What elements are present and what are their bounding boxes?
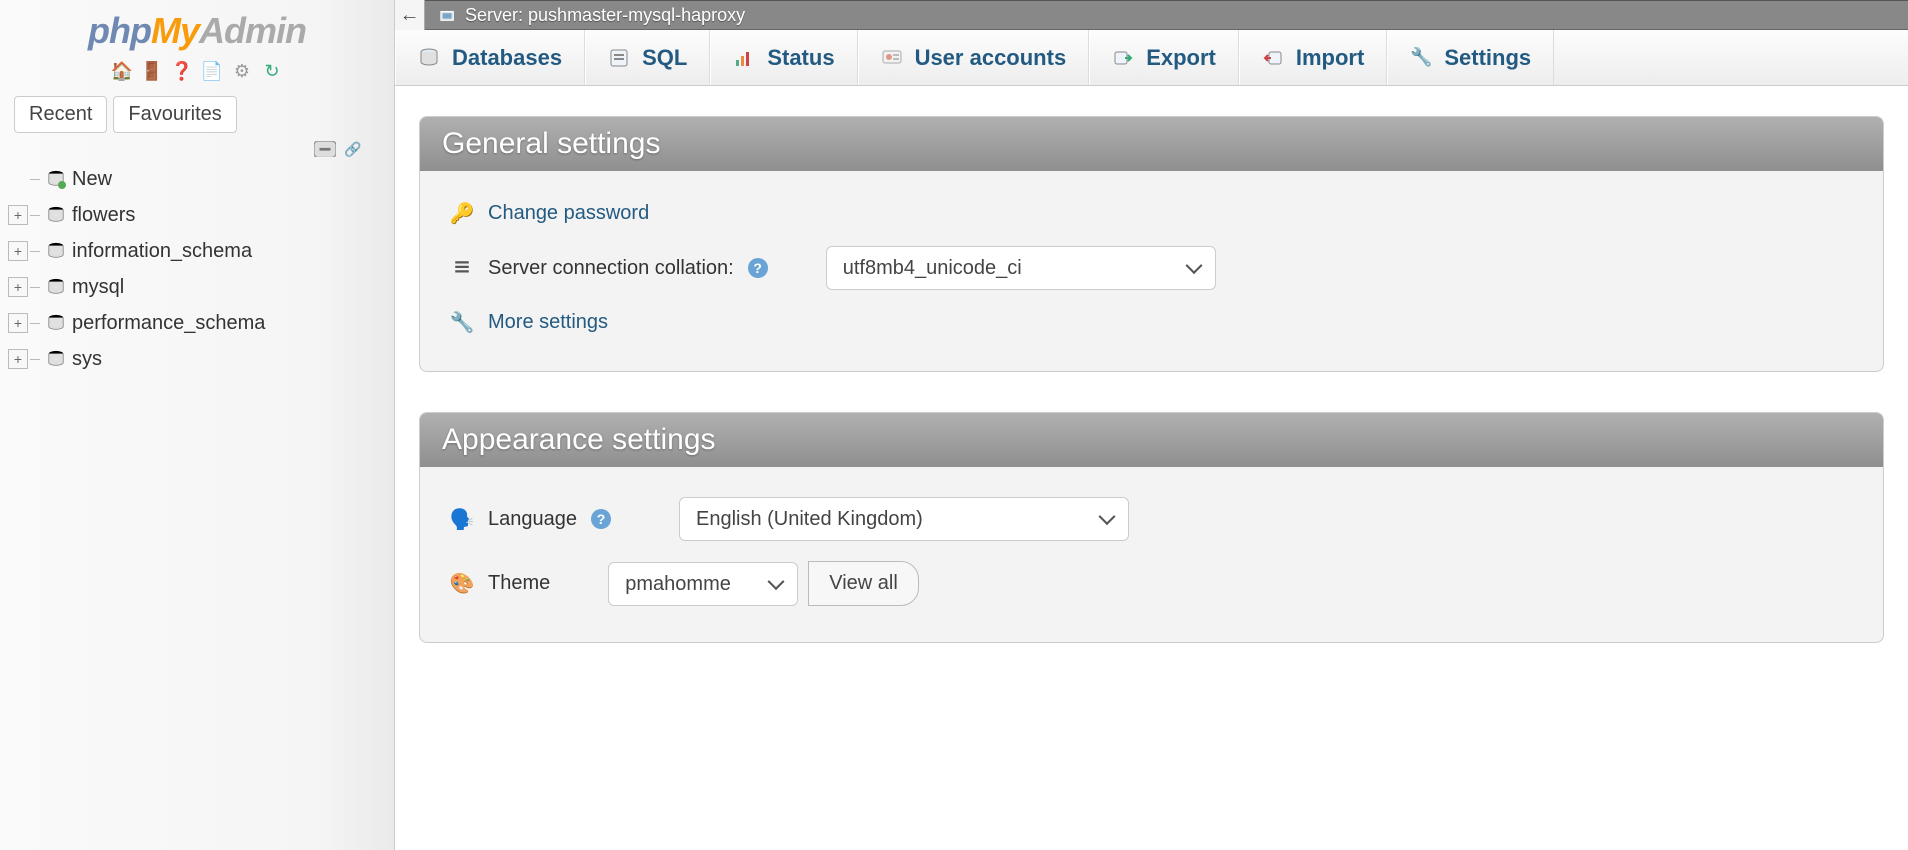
panel-title: General settings xyxy=(420,117,1883,171)
view-all-button[interactable]: View all xyxy=(808,561,919,606)
back-icon[interactable]: ← xyxy=(395,0,425,30)
nav-label: Status xyxy=(767,45,834,71)
panel-title: Appearance settings xyxy=(420,413,1883,467)
database-icon xyxy=(46,313,66,333)
database-icon xyxy=(46,205,66,225)
nav-databases[interactable]: Databases xyxy=(395,30,585,85)
expand-icon[interactable]: + xyxy=(8,277,28,297)
logo-part-my: My xyxy=(151,10,199,51)
breadcrumb-text[interactable]: Server: pushmaster-mysql-haproxy xyxy=(465,5,745,26)
tree-new-label: New xyxy=(72,168,112,191)
nav-sql[interactable]: SQL xyxy=(585,30,710,85)
collation-label: Server connection collation: xyxy=(488,257,734,280)
status-icon xyxy=(733,47,755,69)
nav-user-accounts[interactable]: User accounts xyxy=(858,30,1090,85)
export-icon xyxy=(1112,47,1134,69)
tree-item[interactable]: + flowers xyxy=(8,197,386,233)
theme-icon: 🎨 xyxy=(450,571,474,596)
help-icon[interactable]: ? xyxy=(748,258,768,278)
wrench-icon: 🔧 xyxy=(450,310,474,335)
logo-part-php: php xyxy=(88,10,151,51)
breadcrumb: ← Server: pushmaster-mysql-haproxy xyxy=(395,0,1908,30)
recent-tab[interactable]: Recent xyxy=(14,96,107,133)
tree-item[interactable]: + mysql xyxy=(8,269,386,305)
db-tree: New + flowers + information_schema + mys… xyxy=(0,161,394,377)
nav-export[interactable]: Export xyxy=(1089,30,1239,85)
nav-label: Databases xyxy=(452,45,562,71)
panel-appearance-settings: Appearance settings 🗣️ Language ? Englis… xyxy=(419,412,1884,643)
expand-icon[interactable]: + xyxy=(8,313,28,333)
nav-label: SQL xyxy=(642,45,687,71)
key-icon: 🔑 xyxy=(450,201,474,226)
logo-part-admin: Admin xyxy=(199,10,306,51)
sidebar-quick-icons: 🏠 🚪 ❓ 📄 ⚙ ↻ xyxy=(0,56,394,90)
home-icon[interactable]: 🏠 xyxy=(111,60,133,82)
nav-import[interactable]: Import xyxy=(1239,30,1387,85)
database-icon xyxy=(418,47,440,69)
database-icon xyxy=(46,241,66,261)
sql-icon xyxy=(608,47,630,69)
change-password-link[interactable]: Change password xyxy=(488,202,649,225)
panel-general-settings: General settings 🔑 Change password Serve… xyxy=(419,116,1884,372)
tree-item-label: information_schema xyxy=(72,240,252,263)
main: ← Server: pushmaster-mysql-haproxy Datab… xyxy=(395,0,1908,850)
logo[interactable]: phpMyAdmin xyxy=(0,0,394,56)
tree-controls: 🔗 xyxy=(0,139,394,161)
collation-select[interactable]: utf8mb4_unicode_ci xyxy=(826,246,1216,290)
language-icon: 🗣️ xyxy=(450,507,474,532)
docs-icon[interactable]: 📄 xyxy=(201,60,223,82)
tree-item[interactable]: + information_schema xyxy=(8,233,386,269)
tree-item-label: flowers xyxy=(72,204,135,227)
wrench-icon: 🔧 xyxy=(1410,47,1432,69)
language-label: Language xyxy=(488,508,577,531)
expand-icon[interactable]: + xyxy=(8,349,28,369)
sidebar: phpMyAdmin 🏠 🚪 ❓ 📄 ⚙ ↻ Recent Favourites… xyxy=(0,0,395,850)
server-icon xyxy=(439,6,457,24)
favourites-tab[interactable]: Favourites xyxy=(113,96,236,133)
nav-label: Settings xyxy=(1444,45,1531,71)
nav-status[interactable]: Status xyxy=(710,30,857,85)
tree-new-db[interactable]: New xyxy=(8,161,386,197)
reload-icon[interactable]: ↻ xyxy=(261,60,283,82)
database-icon xyxy=(46,277,66,297)
tree-item-label: sys xyxy=(72,348,102,371)
tree-item-label: performance_schema xyxy=(72,312,265,335)
theme-select[interactable]: pmahomme xyxy=(608,562,798,606)
logout-icon[interactable]: 🚪 xyxy=(141,60,163,82)
help-icon[interactable]: ? xyxy=(591,509,611,529)
content: General settings 🔑 Change password Serve… xyxy=(395,86,1908,850)
more-settings-link[interactable]: More settings xyxy=(488,311,608,334)
collation-icon xyxy=(450,259,474,277)
nav-settings[interactable]: 🔧 Settings xyxy=(1387,30,1554,85)
link-icon[interactable]: 🔗 xyxy=(342,141,364,157)
nav-label: Export xyxy=(1146,45,1216,71)
tree-item-label: mysql xyxy=(72,276,124,299)
expand-icon[interactable]: + xyxy=(8,205,28,225)
database-icon xyxy=(46,349,66,369)
theme-label: Theme xyxy=(488,572,550,595)
collapse-all-icon[interactable] xyxy=(314,141,336,157)
new-db-icon xyxy=(46,169,66,189)
tree-item[interactable]: + sys xyxy=(8,341,386,377)
help-icon[interactable]: ❓ xyxy=(171,60,193,82)
breadcrumb-prefix: Server: xyxy=(465,5,528,25)
sidebar-tabs: Recent Favourites xyxy=(0,90,394,139)
import-icon xyxy=(1262,47,1284,69)
tree-item[interactable]: + performance_schema xyxy=(8,305,386,341)
breadcrumb-server: pushmaster-mysql-haproxy xyxy=(528,5,745,25)
users-icon xyxy=(881,47,903,69)
topnav: Databases SQL Status User accounts Expor… xyxy=(395,30,1908,86)
expand-icon[interactable]: + xyxy=(8,241,28,261)
language-select[interactable]: English (United Kingdom) xyxy=(679,497,1129,541)
nav-label: Import xyxy=(1296,45,1364,71)
settings-gear-icon[interactable]: ⚙ xyxy=(231,60,253,82)
nav-label: User accounts xyxy=(915,45,1067,71)
